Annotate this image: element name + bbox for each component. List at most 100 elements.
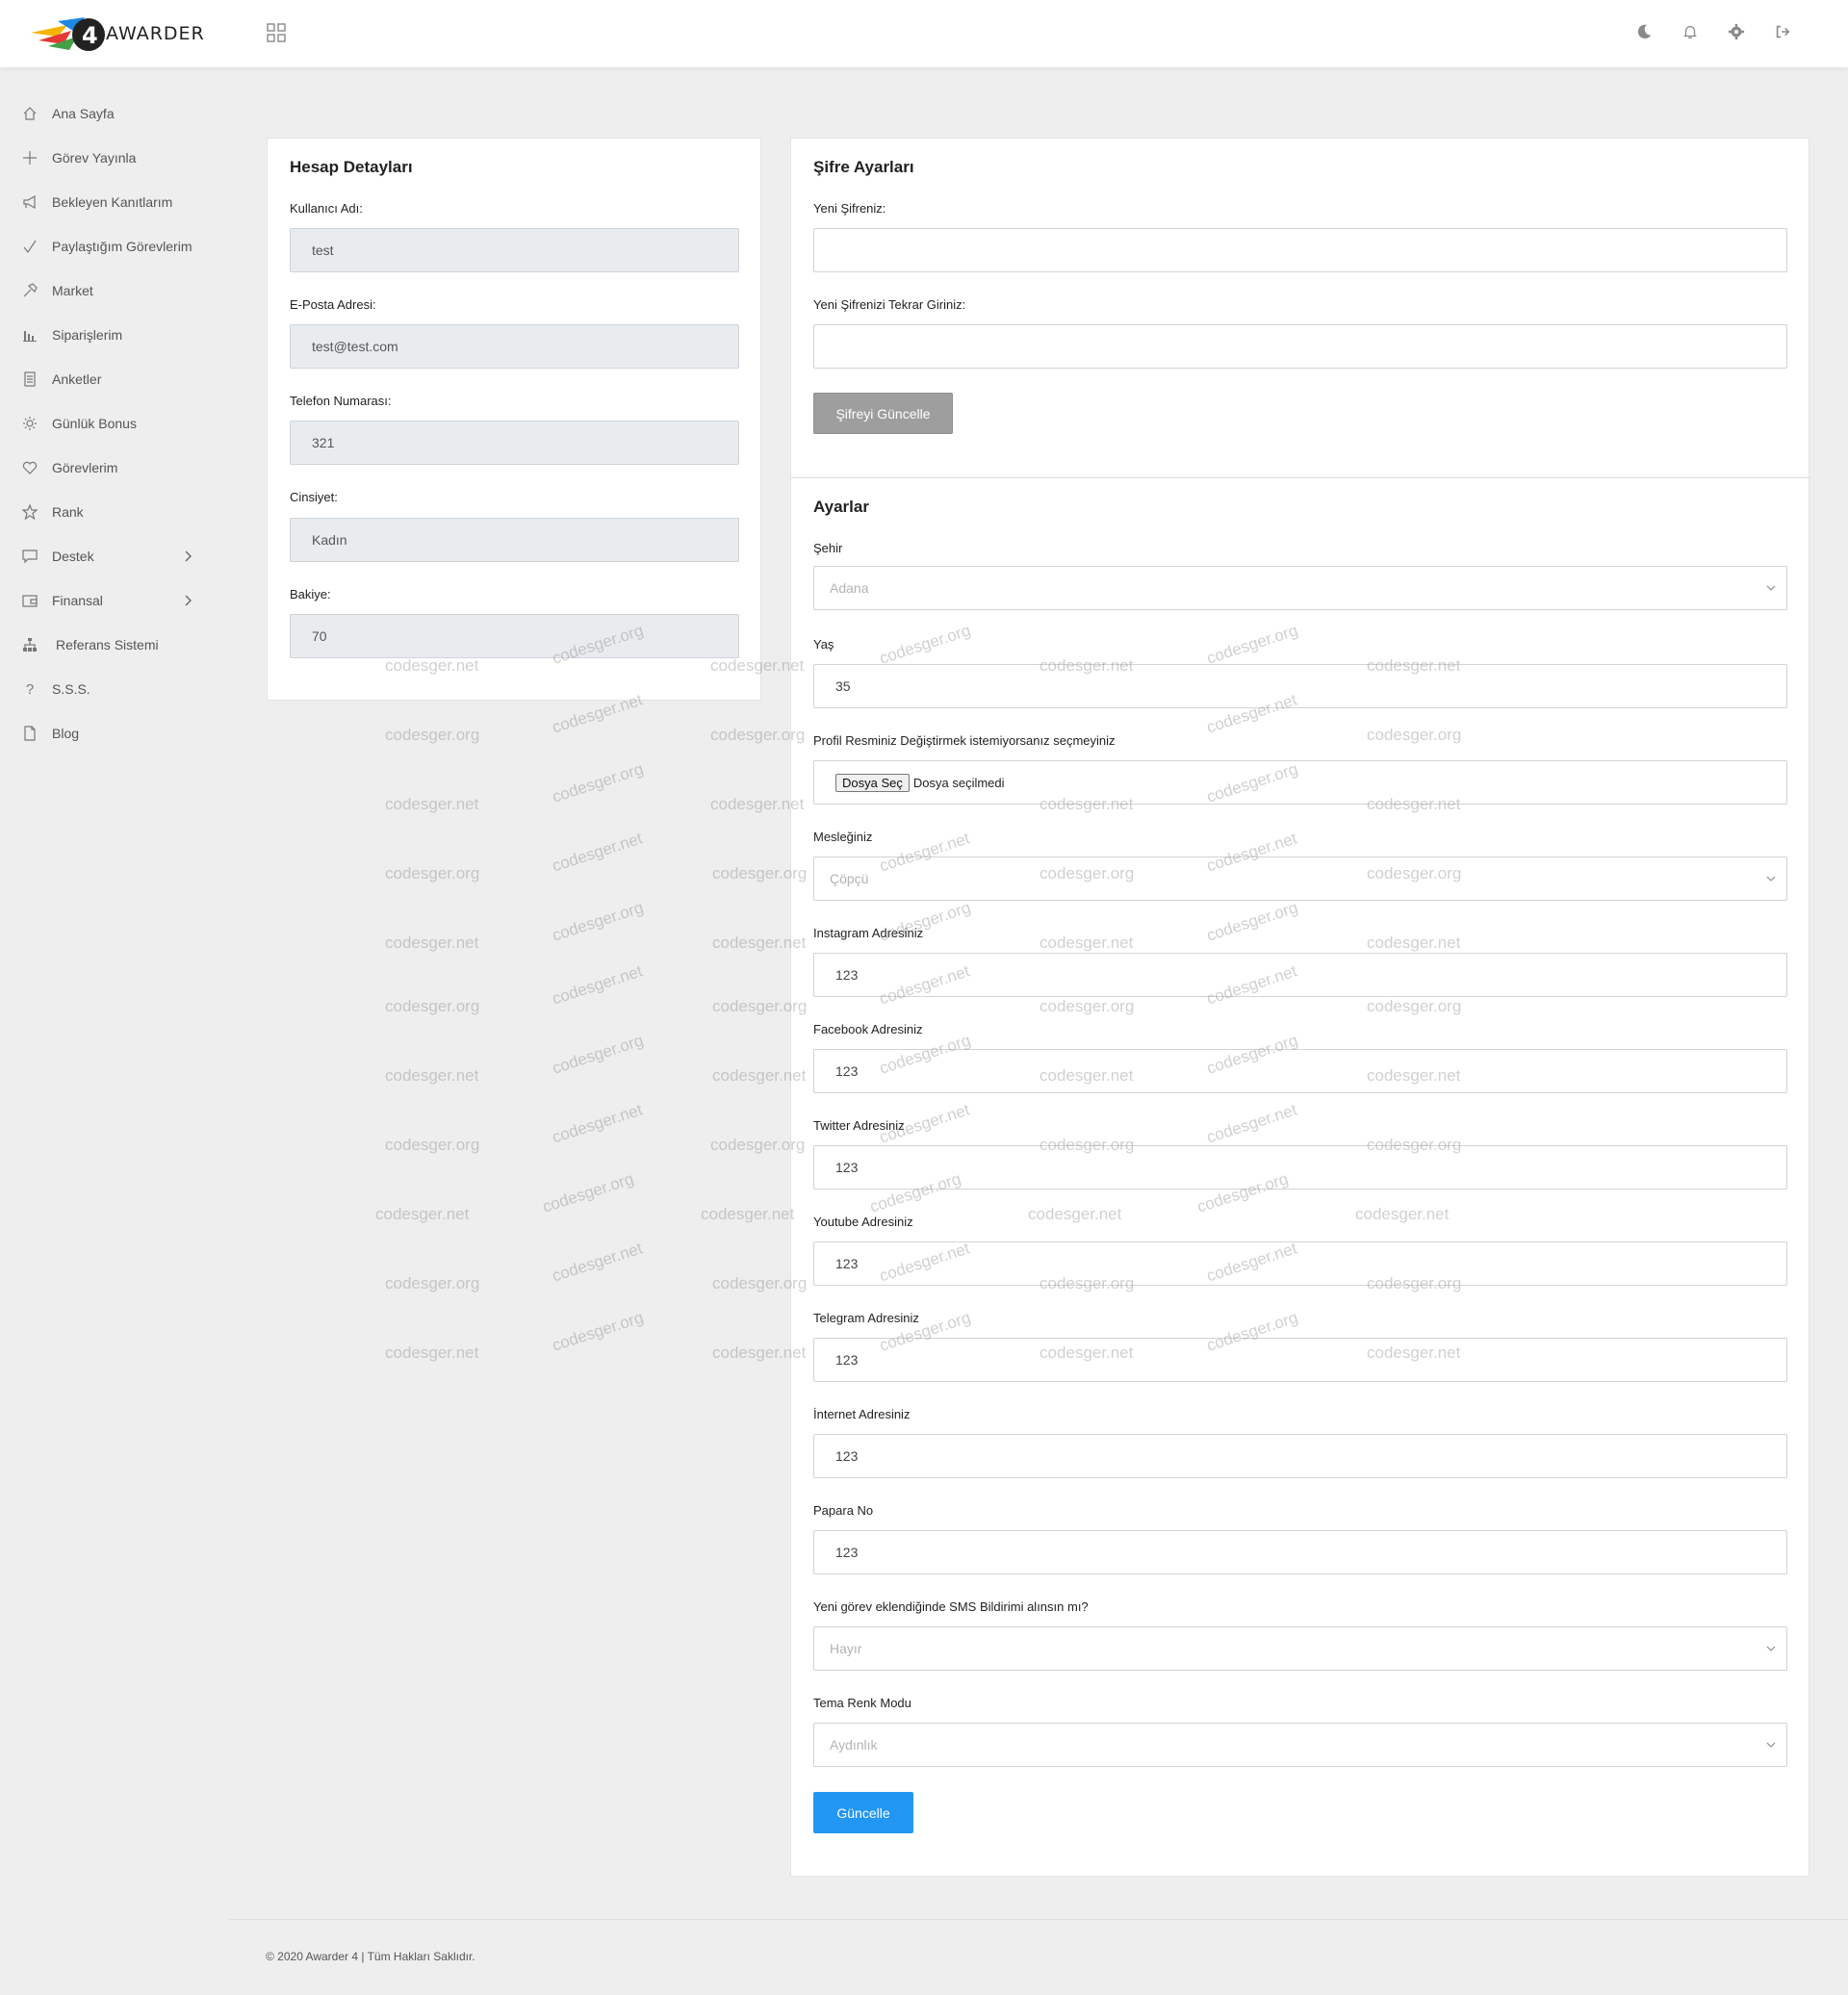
gender-field: Kadın — [290, 518, 739, 562]
watermark-text: codesger.org — [550, 759, 646, 806]
job-label: Mesleğiniz — [813, 830, 873, 844]
sidebar-item-label: Market — [52, 283, 93, 298]
watermark-text: codesger.net — [550, 1239, 645, 1286]
telegram-value: 123 — [835, 1352, 859, 1368]
sidebar-item-gorevlerim[interactable]: Görevlerim — [0, 446, 221, 490]
sidebar-item-referans-sistemi[interactable]: Referans Sistemi — [0, 623, 221, 667]
balance-field: 70 — [290, 614, 739, 658]
internet-label: İnternet Adresiniz — [813, 1407, 911, 1421]
sidebar-item-siparislerim[interactable]: Siparişlerim — [0, 313, 221, 357]
bell-icon[interactable] — [1681, 21, 1700, 42]
email-value: test@test.com — [312, 339, 398, 354]
sidebar-item-ana-sayfa[interactable]: Ana Sayfa — [0, 91, 221, 136]
gender-value: Kadın — [312, 532, 347, 548]
gear-icon[interactable] — [1727, 21, 1746, 42]
job-value: Çöpçü — [830, 871, 869, 886]
youtube-input[interactable]: 123 — [813, 1241, 1787, 1286]
telegram-input[interactable]: 123 — [813, 1338, 1787, 1382]
sidebar-item-label: Günlük Bonus — [52, 416, 137, 431]
footer-divider — [228, 1919, 1848, 1920]
star-icon — [21, 503, 38, 521]
sidebar-item-label: Finansal — [52, 593, 103, 608]
chevron-down-icon — [1766, 1742, 1776, 1748]
sidebar-item-bekleyen-kanitlarim[interactable]: Bekleyen Kanıtlarım — [0, 180, 221, 224]
section-divider — [791, 477, 1810, 478]
theme-select[interactable]: Aydınlık — [813, 1723, 1787, 1767]
sidebar-item-label: Anketler — [52, 371, 102, 387]
sidebar-item-rank[interactable]: Rank — [0, 490, 221, 534]
sidebar-item-anketler[interactable]: Anketler — [0, 357, 221, 401]
email-field: test@test.com — [290, 324, 739, 369]
facebook-value: 123 — [835, 1063, 859, 1079]
footer-copyright: © 2020 Awarder 4 | Tüm Hakları Saklıdır. — [266, 1950, 475, 1963]
watermark-text: codesger.net — [385, 934, 479, 952]
logo[interactable]: 4 AWARDER — [29, 12, 205, 56]
new-password-input[interactable] — [813, 228, 1787, 272]
sidebar-item-finansal[interactable]: Finansal — [0, 578, 221, 623]
sidebar: Ana Sayfa Görev Yayınla Bekleyen Kanıtla… — [0, 91, 221, 755]
sidebar-item-gunluk-bonus[interactable]: Günlük Bonus — [0, 401, 221, 446]
sidebar-item-paylastigim-gorevlerim[interactable]: Paylaştığım Görevlerim — [0, 224, 221, 269]
photo-file-input[interactable]: Dosya Seç Dosya seçilmedi — [813, 760, 1787, 805]
papara-label: Papara No — [813, 1503, 874, 1518]
logout-icon[interactable] — [1773, 21, 1792, 42]
balance-value: 70 — [312, 628, 327, 644]
phone-value: 321 — [312, 435, 335, 450]
watermark-text: codesger.org — [385, 1136, 480, 1154]
sidebar-item-label: Görev Yayınla — [52, 150, 137, 166]
watermark-text: codesger.org — [550, 1308, 646, 1355]
watermark-text: codesger.net — [375, 1205, 470, 1223]
papara-value: 123 — [835, 1545, 859, 1560]
facebook-input[interactable]: 123 — [813, 1049, 1787, 1093]
watermark-text: codesger.org — [385, 864, 480, 882]
update-settings-button[interactable]: Güncelle — [813, 1792, 913, 1833]
papara-input[interactable]: 123 — [813, 1530, 1787, 1574]
sun-icon — [21, 415, 38, 432]
sidebar-item-label: Görevlerim — [52, 460, 118, 475]
watermark-text: codesger.org — [385, 1274, 480, 1292]
username-field: test — [290, 228, 739, 272]
watermark-text: codesger.org — [385, 997, 480, 1015]
document-list-icon — [21, 371, 38, 388]
megaphone-icon — [21, 193, 38, 211]
sidebar-item-label: Blog — [52, 726, 80, 741]
watermark-text: codesger.org — [540, 1169, 636, 1216]
apps-grid-icon[interactable] — [267, 23, 286, 42]
instagram-input[interactable]: 123 — [813, 953, 1787, 997]
repeat-password-label: Yeni Şifrenizi Tekrar Giriniz: — [813, 297, 966, 312]
sidebar-item-label: S.S.S. — [52, 681, 90, 697]
sidebar-item-market[interactable]: Market — [0, 269, 221, 313]
sidebar-item-blog[interactable]: Blog — [0, 711, 221, 755]
instagram-label: Instagram Adresiniz — [813, 926, 924, 940]
sms-select[interactable]: Hayır — [813, 1626, 1787, 1671]
repeat-password-input[interactable] — [813, 324, 1787, 369]
twitter-input[interactable]: 123 — [813, 1145, 1787, 1189]
sidebar-item-gorev-yayinla[interactable]: Görev Yayınla — [0, 136, 221, 180]
new-password-label: Yeni Şifreniz: — [813, 201, 886, 216]
sidebar-item-label: Paylaştığım Görevlerim — [52, 239, 192, 254]
dark-mode-moon-icon[interactable] — [1634, 21, 1654, 42]
city-select[interactable]: Adana — [813, 566, 1787, 610]
card-title: Hesap Detayları — [290, 158, 413, 176]
watermark-text: codesger.net — [385, 1343, 479, 1362]
age-input[interactable]: 35 — [813, 664, 1787, 708]
job-select[interactable]: Çöpçü — [813, 857, 1787, 901]
chevron-right-icon — [185, 550, 192, 562]
username-value: test — [312, 243, 334, 258]
file-choose-button[interactable]: Dosya Seç — [835, 773, 910, 792]
password-title: Şifre Ayarları — [813, 158, 914, 176]
internet-input[interactable]: 123 — [813, 1434, 1787, 1478]
hammer-icon — [21, 282, 38, 299]
sidebar-item-label: Ana Sayfa — [52, 106, 115, 121]
watermark-text: codesger.org — [550, 898, 646, 945]
youtube-value: 123 — [835, 1256, 859, 1271]
city-label: Şehir — [813, 541, 843, 555]
sms-value: Hayır — [830, 1641, 862, 1656]
chevron-right-icon — [185, 595, 192, 606]
logo-icon: 4 — [31, 17, 105, 51]
update-password-button[interactable]: Şifreyi Güncelle — [813, 393, 953, 434]
theme-label: Tema Renk Modu — [813, 1696, 911, 1710]
sidebar-item-destek[interactable]: Destek — [0, 534, 221, 578]
sidebar-item-sss[interactable]: ? S.S.S. — [0, 667, 221, 711]
chevron-down-icon — [1766, 876, 1776, 882]
